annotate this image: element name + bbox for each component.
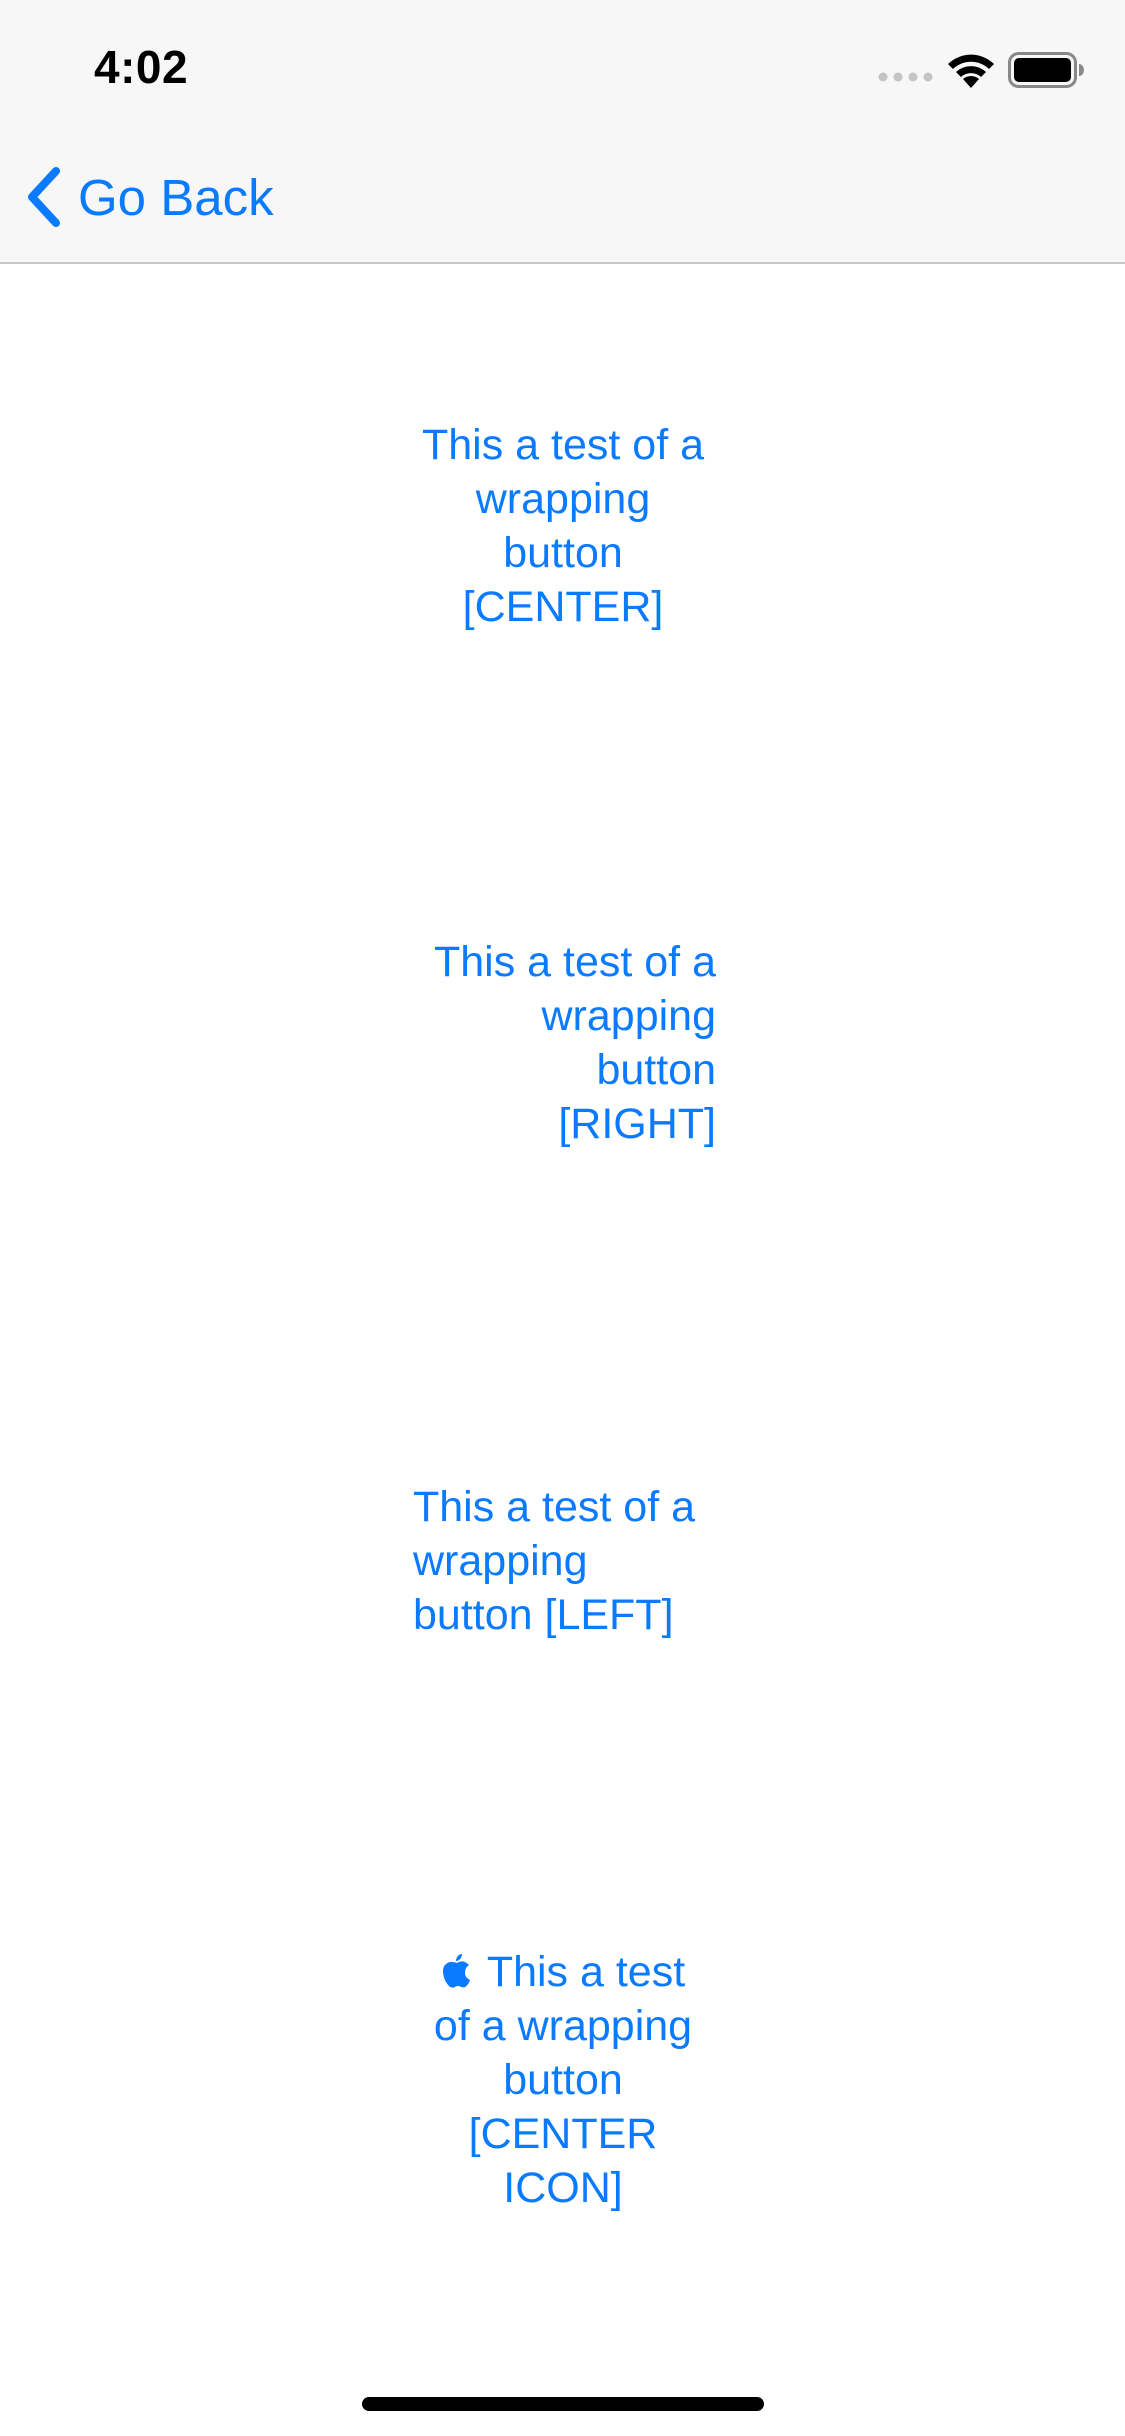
wrap-button-right[interactable]: This a test of a wrapping button [RIGHT] bbox=[432, 935, 716, 1151]
home-indicator[interactable] bbox=[362, 2397, 764, 2411]
apple-logo-icon bbox=[442, 1954, 470, 1988]
cellular-dots-icon bbox=[878, 72, 933, 82]
battery-icon bbox=[1008, 52, 1084, 88]
wrap-button-left[interactable]: This a test of a wrapping button [LEFT] bbox=[413, 1480, 697, 1642]
status-bar: 4:02 bbox=[0, 0, 1125, 132]
status-time: 4:02 bbox=[94, 41, 189, 93]
wifi-icon bbox=[948, 54, 994, 88]
chevron-left-icon bbox=[28, 167, 60, 227]
wrap-button-center-icon[interactable]: This a test of a wrapping button [CENTER… bbox=[421, 1945, 705, 2215]
wrap-button-center[interactable]: This a test of a wrapping button [CENTER… bbox=[421, 418, 705, 634]
navigation-bar: Go Back bbox=[0, 132, 1125, 264]
back-button[interactable]: Go Back bbox=[22, 162, 274, 232]
back-button-label: Go Back bbox=[78, 168, 274, 226]
